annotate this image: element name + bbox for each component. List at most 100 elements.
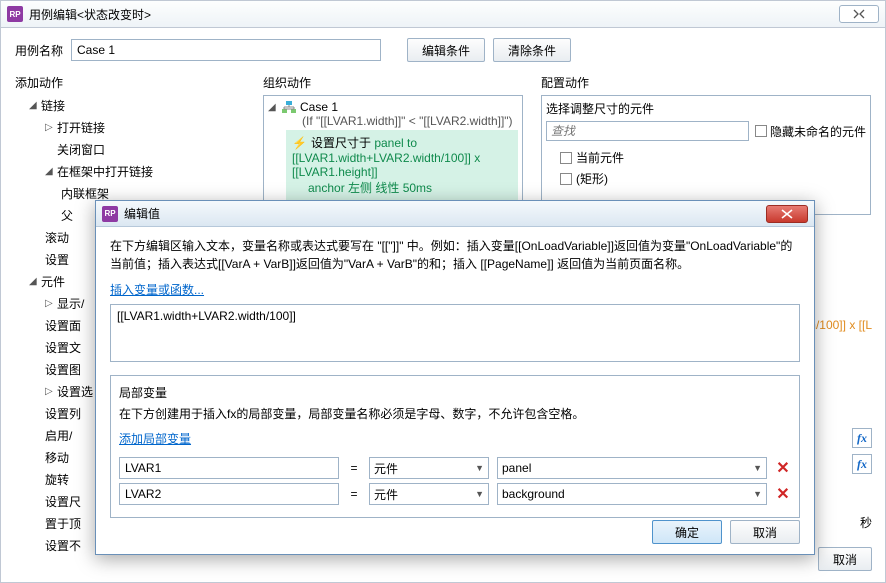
lvar-target-select[interactable]: panel ▼: [497, 457, 767, 479]
background-text-peek: h/100]] x [[L: [809, 318, 872, 332]
tree-label: 打开链接: [57, 118, 105, 138]
local-vars-section: 局部变量 在下方创建用于插入fx的局部变量，局部变量名称必须是字母、数字，不允许…: [110, 375, 800, 518]
modal-ok-button[interactable]: 确定: [652, 520, 722, 544]
main-titlebar: RP 用例编辑<状态改变时>: [0, 0, 886, 28]
select-widgets-label: 选择调整尺寸的元件: [546, 100, 866, 117]
tree-label: 滚动: [45, 228, 69, 248]
select-value: 元件: [374, 486, 398, 503]
tree-label: 设置文: [45, 338, 81, 358]
select-value: background: [502, 487, 565, 501]
select-value: 元件: [374, 460, 398, 477]
equals-label: =: [347, 487, 361, 501]
delete-row-button[interactable]: ✕: [775, 458, 791, 478]
case-name-text: Case 1: [300, 100, 338, 114]
chevron-down-icon: ▼: [475, 463, 484, 473]
case-action-item[interactable]: ⚡设置尺寸于 panel to [[LVAR1.width+LVAR2.widt…: [286, 130, 518, 200]
tree-label: 置于顶: [45, 514, 81, 534]
tree-label: 设置尺: [45, 492, 81, 512]
lvar-target-select[interactable]: background ▼: [497, 483, 767, 505]
caret-right-icon: ▷: [45, 118, 55, 138]
caret-down-icon: ◢: [45, 162, 55, 182]
equals-label: =: [347, 461, 361, 475]
tree-label: 在框架中打开链接: [57, 162, 153, 182]
tree-label: 关闭窗口: [57, 140, 105, 160]
tree-item-open-link[interactable]: ▷打开链接: [15, 117, 245, 139]
case-name-input[interactable]: [71, 39, 381, 61]
chevron-down-icon: ▼: [753, 463, 762, 473]
add-actions-header: 添加动作: [15, 74, 245, 91]
caret-right-icon: ▷: [45, 294, 55, 314]
action-body-2: anchor 左侧 线性 50ms: [292, 181, 432, 195]
caret-down-icon: ◢: [29, 272, 39, 292]
tree-label: 移动: [45, 448, 69, 468]
tree-group-links[interactable]: ◢链接: [15, 95, 245, 117]
tree-label: 父: [61, 206, 73, 226]
local-vars-desc: 在下方创建用于插入fx的局部变量，局部变量名称必须是字母、数字，不允许包含空格。: [119, 405, 791, 422]
clear-condition-button[interactable]: 清除条件: [493, 38, 571, 62]
insert-variable-link[interactable]: 插入变量或函数...: [110, 281, 204, 298]
tree-label: 设置面: [45, 316, 81, 336]
configure-actions-header: 配置动作: [541, 74, 871, 91]
tree-label: 链接: [41, 96, 65, 116]
add-local-var-link[interactable]: 添加局部变量: [119, 430, 191, 447]
edit-value-dialog: RP 编辑值 在下方编辑区输入文本，变量名称或表达式要写在 "[["]]" 中。…: [95, 200, 815, 555]
local-var-row: = 元件 ▼ panel ▼ ✕: [119, 457, 791, 479]
app-icon: RP: [102, 206, 118, 222]
checkbox-icon: [560, 152, 572, 164]
hide-unnamed-label: 隐藏未命名的元件: [770, 123, 866, 140]
window-close-button[interactable]: [839, 5, 879, 23]
case-condition-text: (If "[[LVAR1.width]]" < "[[LVAR2.width]]…: [268, 114, 518, 128]
option-label: 当前元件: [576, 149, 624, 166]
lvar-type-select[interactable]: 元件 ▼: [369, 457, 489, 479]
fx-button[interactable]: fx: [852, 428, 872, 448]
select-value: panel: [502, 461, 531, 475]
case-name-label: 用例名称: [15, 42, 63, 59]
tree-label: 显示/: [57, 294, 84, 314]
main-cancel-button[interactable]: 取消: [818, 547, 872, 571]
seconds-label: 秒: [860, 514, 872, 531]
case-node[interactable]: ◢ Case 1: [268, 100, 518, 114]
bolt-icon: ⚡: [292, 136, 307, 150]
caret-down-icon: ◢: [29, 96, 39, 116]
tree-label: 设置选: [57, 382, 93, 402]
caret-right-icon: ▷: [45, 382, 55, 402]
option-label: (矩形): [576, 170, 608, 187]
expression-textarea[interactable]: [110, 304, 800, 362]
edit-condition-button[interactable]: 编辑条件: [407, 38, 485, 62]
local-vars-header: 局部变量: [119, 384, 791, 401]
fx-button[interactable]: fx: [852, 454, 872, 474]
tree-item-close-window[interactable]: 关闭窗口: [15, 139, 245, 161]
tree-label: 启用/: [45, 426, 72, 446]
modal-cancel-button[interactable]: 取消: [730, 520, 800, 544]
organize-panel: ◢ Case 1 (If "[[LVAR1.width]]" < "[[LVAR…: [263, 95, 523, 215]
widget-search-input[interactable]: [546, 121, 749, 141]
tree-label: 元件: [41, 272, 65, 292]
caret-down-icon: ◢: [268, 102, 278, 113]
tree-item-open-in-frame[interactable]: ◢在框架中打开链接: [15, 161, 245, 183]
modal-title: 编辑值: [124, 205, 766, 222]
widget-option-current[interactable]: 当前元件: [546, 147, 866, 168]
flow-icon: [282, 101, 296, 113]
configure-panel: 选择调整尺寸的元件 隐藏未命名的元件 当前元件 (矩形): [541, 95, 871, 215]
lvar-name-input[interactable]: [119, 483, 339, 505]
chevron-down-icon: ▼: [753, 489, 762, 499]
lvar-type-select[interactable]: 元件 ▼: [369, 483, 489, 505]
lvar-name-input[interactable]: [119, 457, 339, 479]
delete-row-button[interactable]: ✕: [775, 484, 791, 504]
window-title: 用例编辑<状态改变时>: [29, 6, 839, 23]
widget-option-rect[interactable]: (矩形): [546, 168, 866, 189]
action-title: 设置尺寸于: [311, 136, 371, 150]
local-var-row: = 元件 ▼ background ▼ ✕: [119, 483, 791, 505]
modal-close-button[interactable]: [766, 205, 808, 223]
tree-label: 设置图: [45, 360, 81, 380]
modal-description: 在下方编辑区输入文本，变量名称或表达式要写在 "[["]]" 中。例如：插入变量…: [110, 237, 800, 273]
tree-label: 设置列: [45, 404, 81, 424]
hide-unnamed-checkbox[interactable]: [755, 125, 767, 137]
modal-titlebar: RP 编辑值: [96, 201, 814, 227]
organize-actions-header: 组织动作: [263, 74, 523, 91]
app-icon: RP: [7, 6, 23, 22]
chevron-down-icon: ▼: [475, 489, 484, 499]
checkbox-icon: [560, 173, 572, 185]
tree-label: 旋转: [45, 470, 69, 490]
tree-label: 设置不: [45, 536, 81, 556]
